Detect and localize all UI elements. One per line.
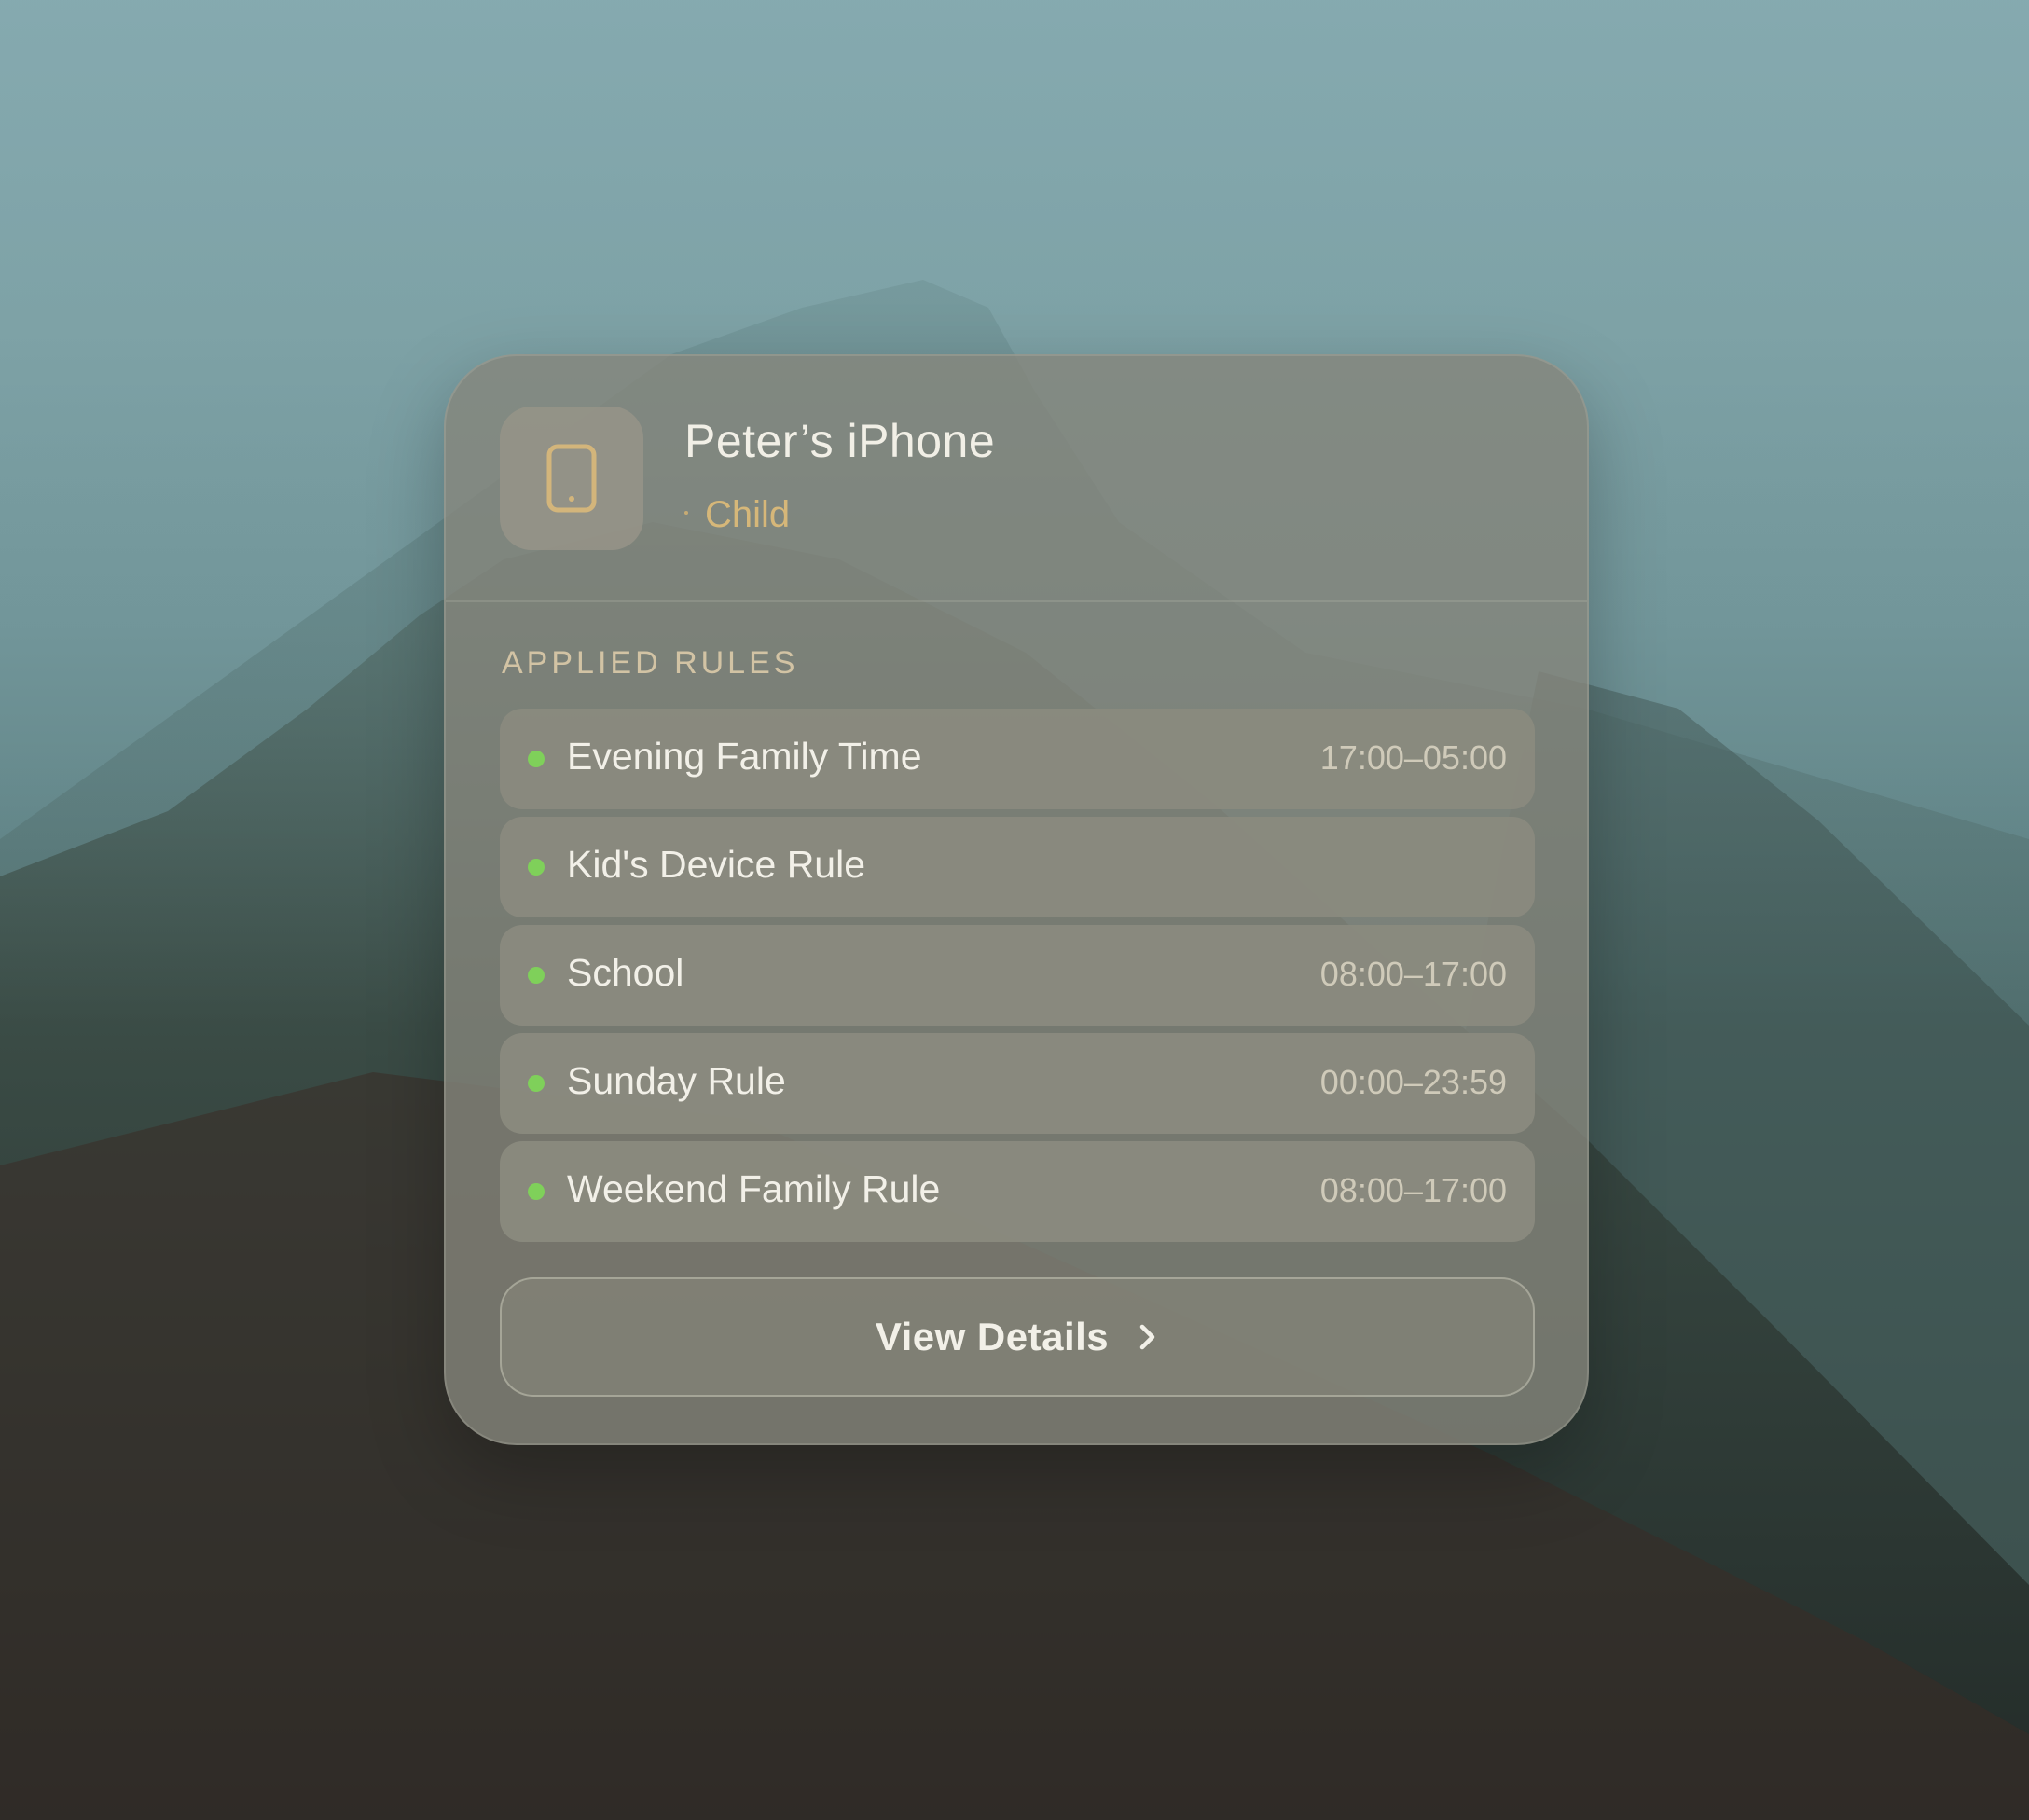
rule-time: 00:00–23:59 — [1319, 1063, 1507, 1101]
rule-name: Kid's Device Rule — [567, 843, 866, 886]
device-icon-tile — [500, 407, 643, 550]
device-name: Peter’s iPhone — [684, 415, 996, 467]
applied-rules-heading: APPLIED RULES — [502, 645, 799, 681]
view-details-label: View Details — [875, 1315, 1110, 1358]
rule-name: Sunday Rule — [567, 1059, 786, 1102]
rule-row-kids-device-rule[interactable]: Kid's Device Rule — [500, 817, 1535, 917]
chevron-right-icon — [1137, 1321, 1159, 1353]
device-role-label: Child — [705, 494, 791, 535]
rules-list: Evening Family Time 17:00–05:00 Kid's De… — [500, 709, 1535, 1249]
rule-status-dot — [528, 1075, 545, 1092]
rule-row-school[interactable]: School 08:00–17:00 — [500, 925, 1535, 1026]
rule-status-dot — [528, 859, 545, 876]
rule-status-dot — [528, 751, 545, 767]
rule-time: 08:00–17:00 — [1319, 955, 1507, 993]
rule-row-evening-family-time[interactable]: Evening Family Time 17:00–05:00 — [500, 709, 1535, 809]
rule-name: Evening Family Time — [567, 735, 922, 778]
device-rules-card: Peter’s iPhone Child APPLIED RULES Eveni… — [444, 354, 1589, 1445]
rule-time: 17:00–05:00 — [1319, 738, 1507, 777]
rule-name: Weekend Family Rule — [567, 1167, 941, 1210]
rule-name: School — [567, 951, 684, 994]
device-role: Child — [684, 494, 790, 536]
rule-status-dot — [528, 1183, 545, 1200]
rule-time: 08:00–17:00 — [1319, 1171, 1507, 1209]
view-details-button[interactable]: View Details — [500, 1277, 1535, 1397]
card-header: Peter’s iPhone Child — [446, 356, 1587, 602]
rule-status-dot — [528, 967, 545, 984]
rule-row-sunday-rule[interactable]: Sunday Rule 00:00–23:59 — [500, 1033, 1535, 1134]
role-separator-dot — [684, 511, 688, 516]
phone-icon — [546, 444, 597, 513]
rule-row-weekend-family-rule[interactable]: Weekend Family Rule 08:00–17:00 — [500, 1141, 1535, 1242]
